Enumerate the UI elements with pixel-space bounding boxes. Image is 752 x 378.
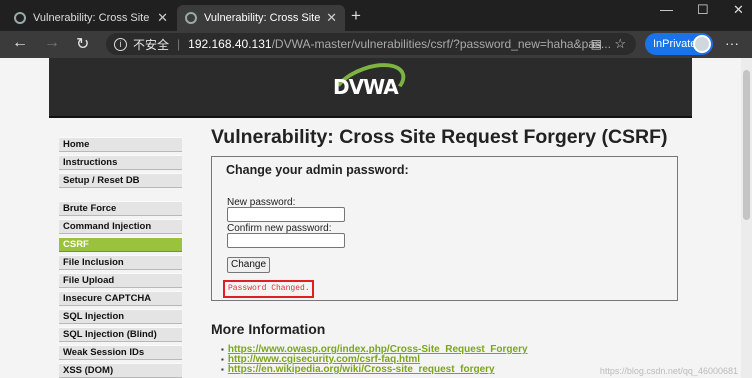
address-bar[interactable]: i 不安全 | 192.168.40.131 /DVWA-master/vuln… xyxy=(106,33,636,55)
change-button[interactable]: Change xyxy=(227,257,270,273)
read-aloud-icon[interactable]: ▤ xyxy=(591,37,602,51)
sidebar-item-sql-injection[interactable]: SQL Injection xyxy=(59,309,182,324)
url-path: /DVWA-master/vulnerabilities/csrf/?passw… xyxy=(271,37,611,51)
dvwa-favicon-icon xyxy=(14,12,26,24)
tab-close-icon[interactable]: ✕ xyxy=(326,10,337,26)
page-header: DVWA xyxy=(49,58,692,118)
sidebar-item-command-injection[interactable]: Command Injection xyxy=(59,219,182,234)
security-indicator[interactable]: 不安全 xyxy=(133,36,169,53)
scrollbar-thumb[interactable] xyxy=(743,70,750,220)
sidebar-menu: Home Instructions Setup / Reset DB Brute… xyxy=(59,137,182,378)
page-scrollbar[interactable] xyxy=(741,58,752,378)
sidebar-item-insecure-captcha[interactable]: Insecure CAPTCHA xyxy=(59,291,182,306)
menu-gap xyxy=(59,191,182,201)
url-host: 192.168.40.131 xyxy=(188,37,272,51)
close-window-button[interactable]: ✕ xyxy=(733,2,744,18)
form-heading: Change your admin password: xyxy=(226,163,409,177)
refresh-icon[interactable]: ↻ xyxy=(76,34,89,54)
new-tab-button[interactable]: + xyxy=(351,6,361,26)
logo-text: DVWA xyxy=(333,75,399,99)
list-item: https://en.wikipedia.org/wiki/Cross-site… xyxy=(228,364,528,375)
address-separator: | xyxy=(177,37,181,51)
tab-inactive[interactable]: Vulnerability: Cross Site Request ✕ xyxy=(6,5,176,31)
tab-strip: Vulnerability: Cross Site Request ✕ Vuln… xyxy=(0,0,752,31)
browser-toolbar: ← → ↻ i 不安全 | 192.168.40.131 /DVWA-maste… xyxy=(0,31,752,58)
more-menu-icon[interactable]: ··· xyxy=(725,35,739,51)
dvwa-favicon-icon xyxy=(185,12,197,24)
sidebar-item-home[interactable]: Home xyxy=(59,137,182,152)
inprivate-label: InPrivate xyxy=(653,38,697,50)
confirm-password-field[interactable] xyxy=(227,233,345,248)
sidebar-item-sql-injection-blind[interactable]: SQL Injection (Blind) xyxy=(59,327,182,342)
inprivate-badge[interactable]: InPrivate xyxy=(645,33,713,55)
dvwa-page: DVWA Home Instructions Setup / Reset DB … xyxy=(49,58,692,378)
avatar xyxy=(693,35,711,53)
change-password-form: Change your admin password: New password… xyxy=(211,156,678,301)
sidebar-item-brute-force[interactable]: Brute Force xyxy=(59,201,182,216)
browser-window: Vulnerability: Cross Site Request ✕ Vuln… xyxy=(0,0,752,378)
new-password-field[interactable] xyxy=(227,207,345,222)
page-viewport: DVWA Home Instructions Setup / Reset DB … xyxy=(0,58,752,378)
favorite-star-icon[interactable]: ☆ xyxy=(614,36,626,52)
sidebar-item-weak-session-ids[interactable]: Weak Session IDs xyxy=(59,345,182,360)
minimize-button[interactable]: — xyxy=(660,2,673,17)
sidebar-item-xss-dom[interactable]: XSS (DOM) xyxy=(59,363,182,378)
back-arrow-icon[interactable]: ← xyxy=(12,34,28,52)
sidebar-item-file-inclusion[interactable]: File Inclusion xyxy=(59,255,182,270)
more-info-links: https://www.owasp.org/index.php/Cross-Si… xyxy=(228,345,528,375)
watermark: https://blog.csdn.net/qq_46000681 xyxy=(599,366,738,376)
tab-title: Vulnerability: Cross Site Request xyxy=(33,12,151,24)
wikipedia-csrf-link[interactable]: https://en.wikipedia.org/wiki/Cross-site… xyxy=(228,364,495,375)
sidebar-item-instructions[interactable]: Instructions xyxy=(59,155,182,170)
tab-active[interactable]: Vulnerability: Cross Site Request ✕ xyxy=(177,5,345,31)
sidebar-item-file-upload[interactable]: File Upload xyxy=(59,273,182,288)
maximize-button[interactable]: ☐ xyxy=(697,2,709,18)
page-title: Vulnerability: Cross Site Request Forger… xyxy=(211,126,668,148)
forward-arrow-icon[interactable]: → xyxy=(44,34,60,52)
more-info-heading: More Information xyxy=(211,321,326,337)
status-message: Password Changed. xyxy=(223,280,314,298)
sidebar-item-csrf[interactable]: CSRF xyxy=(59,237,182,252)
dvwa-logo: DVWA xyxy=(326,58,412,118)
info-icon[interactable]: i xyxy=(114,37,127,51)
tab-close-icon[interactable]: ✕ xyxy=(157,10,168,26)
tab-title: Vulnerability: Cross Site Request xyxy=(204,12,321,24)
sidebar-item-setup[interactable]: Setup / Reset DB xyxy=(59,173,182,188)
